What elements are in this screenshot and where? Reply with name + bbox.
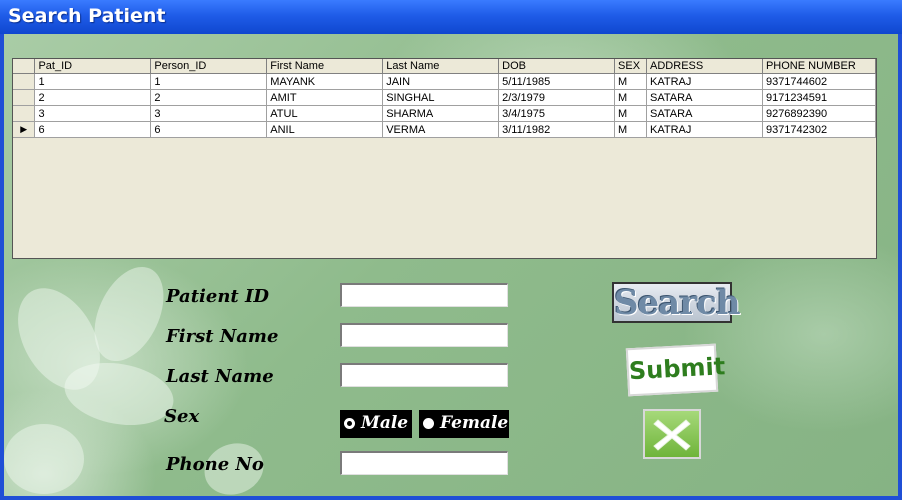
phone-no-input[interactable] <box>340 451 508 475</box>
search-patient-window: Search Patient Pat_ID Person_ID First Na… <box>0 0 902 503</box>
cell-dob[interactable]: 2/3/1979 <box>498 89 616 106</box>
patient-data-grid[interactable]: Pat_ID Person_ID First Name Last Name DO… <box>12 58 877 259</box>
cell-first-name[interactable]: MAYANK <box>266 73 384 90</box>
cell-dob[interactable]: 3/4/1975 <box>498 105 616 122</box>
cell-first-name[interactable]: ANIL <box>266 121 384 138</box>
current-row-arrow-icon[interactable]: ▶ <box>13 121 36 138</box>
female-radio[interactable]: Female <box>419 410 509 438</box>
column-header[interactable]: Last Name <box>382 59 500 74</box>
cell-phone[interactable]: 9371744602 <box>762 73 876 90</box>
cell-address[interactable]: SATARA <box>646 89 763 106</box>
patient-table: Pat_ID Person_ID First Name Last Name DO… <box>13 59 876 138</box>
first-name-label: First Name <box>166 326 279 347</box>
last-name-label: Last Name <box>166 366 274 387</box>
flower-decoration <box>4 424 84 494</box>
cell-address[interactable]: SATARA <box>646 105 763 122</box>
cell-dob[interactable]: 5/11/1985 <box>498 73 616 90</box>
radio-selected-icon <box>344 418 355 429</box>
row-header-corner <box>13 59 36 74</box>
column-header[interactable]: Person_ID <box>150 59 268 74</box>
cell-pat-id[interactable]: 3 <box>34 105 152 122</box>
radio-unselected-icon <box>423 418 434 429</box>
table-row[interactable]: 2 2 AMIT SINGHAL 2/3/1979 M SATARA 91712… <box>13 89 876 106</box>
cell-address[interactable]: KATRAJ <box>646 121 763 138</box>
cell-pat-id[interactable]: 6 <box>34 121 152 138</box>
male-radio[interactable]: Male <box>340 410 412 438</box>
cell-dob[interactable]: 3/11/1982 <box>498 121 616 138</box>
column-header[interactable]: SEX <box>614 59 648 74</box>
column-header[interactable]: Pat_ID <box>34 59 152 74</box>
sex-label: Sex <box>164 406 200 427</box>
cell-sex[interactable]: M <box>614 121 648 138</box>
cell-phone[interactable]: 9171234591 <box>762 89 876 106</box>
cell-sex[interactable]: M <box>614 89 648 106</box>
row-selector[interactable] <box>13 105 36 122</box>
cell-first-name[interactable]: ATUL <box>266 105 384 122</box>
first-name-input[interactable] <box>340 323 508 347</box>
cell-sex[interactable]: M <box>614 105 648 122</box>
cell-first-name[interactable]: AMIT <box>266 89 384 106</box>
close-x-icon <box>653 419 691 451</box>
cell-person-id[interactable]: 6 <box>150 121 268 138</box>
column-header[interactable]: PHONE NUMBER <box>762 59 876 74</box>
cell-phone[interactable]: 9276892390 <box>762 105 876 122</box>
cell-last-name[interactable]: SINGHAL <box>382 89 500 106</box>
close-button[interactable] <box>643 409 701 459</box>
table-row[interactable]: ▶ 6 6 ANIL VERMA 3/11/1982 M KATRAJ 9371… <box>13 121 876 138</box>
cell-last-name[interactable]: VERMA <box>382 121 500 138</box>
row-selector[interactable] <box>13 73 36 90</box>
cell-last-name[interactable]: SHARMA <box>382 105 500 122</box>
search-button[interactable]: Search <box>612 282 741 323</box>
submit-button[interactable]: Submit <box>625 343 726 397</box>
row-selector[interactable] <box>13 89 36 106</box>
cell-phone[interactable]: 9371742302 <box>762 121 876 138</box>
cell-pat-id[interactable]: 1 <box>34 73 152 90</box>
cell-address[interactable]: KATRAJ <box>646 73 763 90</box>
female-radio-label: Female <box>440 413 509 433</box>
window-title: Search Patient <box>8 5 166 27</box>
last-name-input[interactable] <box>340 363 508 387</box>
title-bar[interactable]: Search Patient <box>0 0 902 34</box>
cell-pat-id[interactable]: 2 <box>34 89 152 106</box>
patient-id-input[interactable] <box>340 283 508 307</box>
table-row[interactable]: 1 1 MAYANK JAIN 5/11/1985 M KATRAJ 93717… <box>13 73 876 90</box>
column-header[interactable]: DOB <box>498 59 616 74</box>
column-header[interactable]: ADDRESS <box>646 59 763 74</box>
phone-no-label: Phone No <box>166 454 264 475</box>
cell-person-id[interactable]: 1 <box>150 73 268 90</box>
cell-last-name[interactable]: JAIN <box>382 73 500 90</box>
patient-id-label: Patient ID <box>166 286 270 307</box>
cell-person-id[interactable]: 2 <box>150 89 268 106</box>
cell-person-id[interactable]: 3 <box>150 105 268 122</box>
cell-sex[interactable]: M <box>614 73 648 90</box>
column-header[interactable]: First Name <box>266 59 384 74</box>
table-row[interactable]: 3 3 ATUL SHARMA 3/4/1975 M SATARA 927689… <box>13 105 876 122</box>
male-radio-label: Male <box>361 413 409 433</box>
